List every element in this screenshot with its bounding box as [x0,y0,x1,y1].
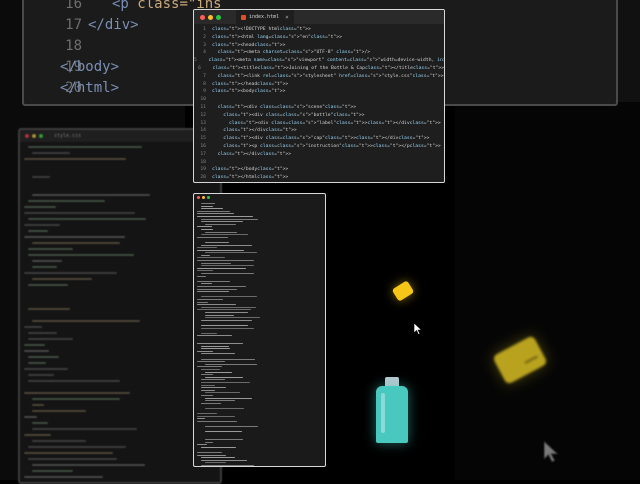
code-line[interactable]: 16 class="t"><p class=class="s">"instruc… [194,143,444,151]
mouse-cursor-icon [414,323,423,335]
line-number: 14 [200,128,206,134]
code-line[interactable]: 1 class="t"><!DOCTYPE htmlclass="t">> [194,26,444,34]
code-editor-window[interactable]: index.html × 1 class="t"><!DOCTYPE htmlcl… [193,9,445,183]
code-text: class="t"><div class=class="s">"label"cl… [228,120,441,126]
code-text: class="t"><html lang=class="s">"en"class… [212,34,342,40]
code-text: class="t"><div class=class="s">"scene"cl… [217,104,357,110]
stylesheet-code [197,203,322,466]
bg-line-number: 18 [65,38,82,54]
bottle[interactable] [376,377,408,443]
line-number: 19 [200,167,206,173]
bg-code-line: </body> [60,59,120,75]
code-text: class="t"></divclass="t">> [217,151,292,157]
line-number: 15 [200,136,206,142]
code-line[interactable]: 5 class="t"><meta name=class="s">"viewpo… [194,57,444,65]
line-number: 20 [200,175,206,181]
code-text: class="t"><!DOCTYPE htmlclass="t">> [212,27,311,32]
line-number: 8 [203,81,206,87]
code-line[interactable]: 9 class="t"><bodyclass="t">> [194,88,444,96]
code-text: class="t"><headclass="t">> [212,42,286,48]
bg-line-number: 16 [65,0,82,12]
code-line[interactable]: 17 class="t"></divclass="t">> [194,151,444,159]
code-line[interactable]: 20 class="t"></htmlclass="t">> [194,174,444,182]
line-number: 16 [200,143,206,149]
code-line[interactable]: 2 class="t"><html lang=class="s">"en"clas… [194,34,444,42]
line-number: 12 [200,112,206,118]
bottle-cap[interactable] [391,280,415,302]
code-text: class="t"></htmlclass="t">> [212,175,289,181]
code-text: class="t"><bodyclass="t">> [212,89,286,95]
code-line[interactable]: 18 [194,159,444,167]
code-text: class="t"><meta charset=class="s">"UTF-8… [217,50,371,56]
line-number: 1 [203,27,206,32]
code-line[interactable]: 6 class="t"><titleclass="t">>Joining of … [194,65,444,73]
tab-label: index.html [249,14,280,20]
line-number: 7 [203,73,206,79]
background-css-pane: style.css [18,128,222,484]
code-text: class="t"><titleclass="t">>Joining of th… [212,65,445,71]
code-text: class="t"></headclass="t">> [212,81,289,87]
code-line[interactable]: 12 class="t"><div class=class="s">"bottl… [194,112,444,120]
line-number: 18 [200,159,206,165]
code-text: class="t"><div class=class="s">"cap"clas… [223,136,430,142]
editor-code-area[interactable]: 1 class="t"><!DOCTYPE htmlclass="t">> 2 cla… [194,24,444,182]
bg-line-number: 17 [65,17,82,33]
code-line[interactable]: 8 class="t"></headclass="t">> [194,81,444,89]
code-line[interactable]: 4 class="t"><meta charset=class="s">"UTF… [194,49,444,57]
line-number: 11 [200,104,206,110]
line-number: 9 [203,89,206,95]
mouse-cursor-blurred-icon [544,441,559,463]
minimize-window-icon[interactable] [208,14,213,20]
code-text: class="t"></divclass="t">> [223,128,297,134]
line-number: 2 [203,34,206,40]
code-line[interactable]: 13 class="t"><div class=class="s">"label… [194,120,444,128]
editor-titlebar: index.html × [194,10,444,24]
line-number: 5 [194,58,197,64]
code-text: class="t"><div class=class="s">"bottle"c… [223,112,365,118]
bg-code-line: </div> [88,17,139,33]
line-number: 17 [200,151,206,157]
line-number: 13 [200,120,206,126]
bg-pane-tab-label: style.css [54,133,82,139]
bottle-shine [381,393,385,433]
stylesheet-pane[interactable] [193,193,326,467]
code-text: class="t"></bodyclass="t">> [212,167,289,173]
code-line[interactable]: 19 class="t"></bodyclass="t">> [194,166,444,174]
bg-pane-code [24,146,216,482]
code-line[interactable]: 14 class="t"></divclass="t">> [194,127,444,135]
code-line[interactable]: 10 [194,96,444,104]
maximize-window-icon[interactable] [216,14,221,20]
bg-pane-titlebar: style.css [20,130,220,142]
code-line[interactable]: 11 class="t"><div class=class="s">"scene… [194,104,444,112]
tab-index-html[interactable]: index.html × [236,10,294,24]
code-text: class="t"><meta name=class="s">"viewport… [208,58,445,64]
code-line[interactable]: 7 class="t"><link rel=class="s">"stylesh… [194,73,444,81]
code-line[interactable]: 3 class="t"><headclass="t">> [194,42,444,50]
close-window-icon[interactable] [200,14,205,20]
code-text: class="t"><p class=class="s">"instructio… [223,143,441,149]
code-text: class="t"><link rel=class="s">"styleshee… [217,73,444,79]
line-number: 10 [200,97,206,103]
html-file-icon [241,14,246,20]
line-number: 6 [198,65,201,71]
tab-close-icon[interactable]: × [285,14,289,21]
bg-code-line: </html> [60,80,120,96]
line-number: 4 [203,50,206,56]
line-number: 3 [203,42,206,48]
stylesheet-pane-titlebar [194,194,325,201]
code-line[interactable]: 15 class="t"><div class=class="s">"cap"c… [194,135,444,143]
